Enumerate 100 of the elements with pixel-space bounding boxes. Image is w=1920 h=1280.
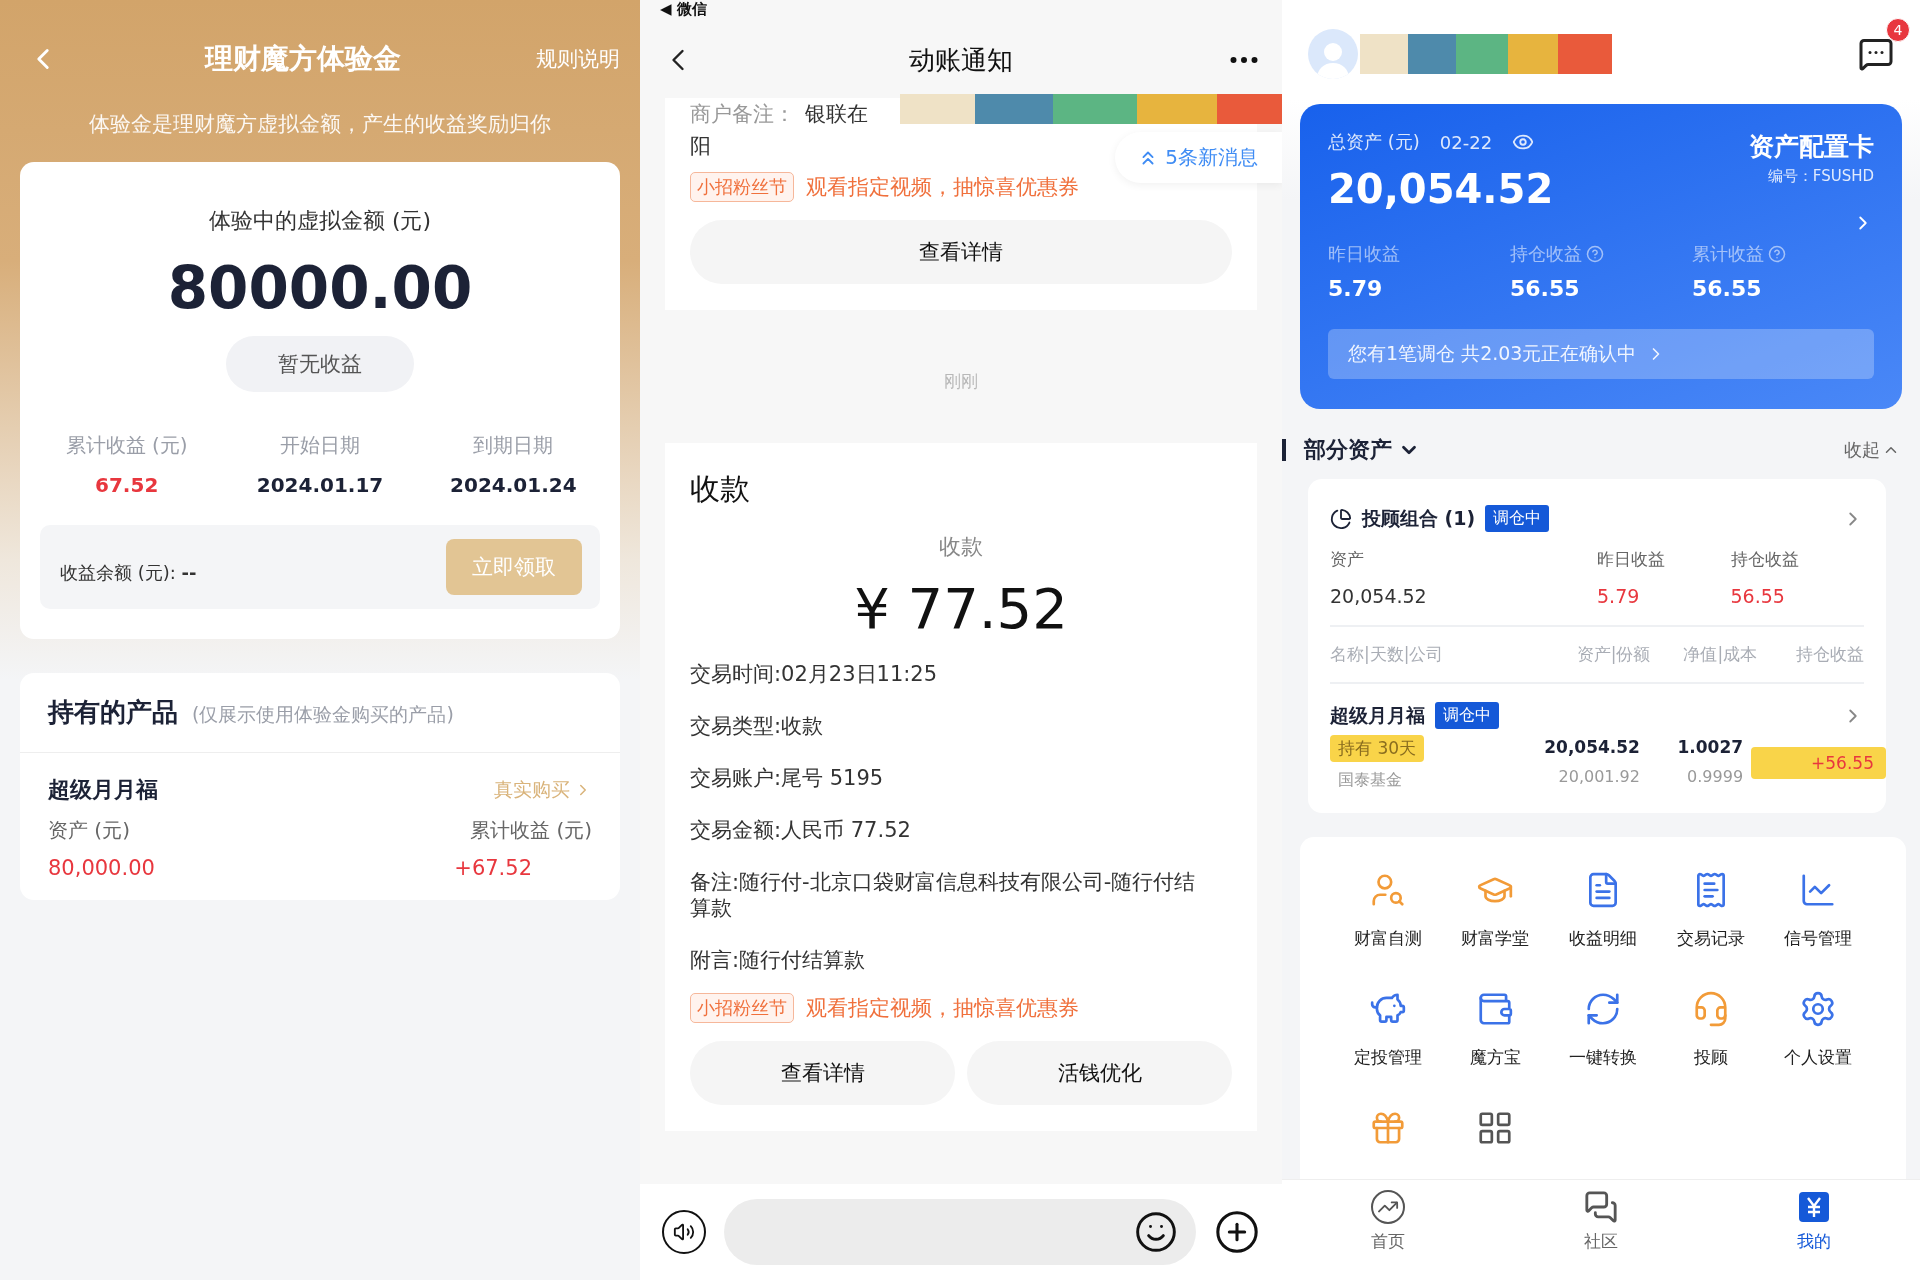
column-header: 净值|成本	[1682, 643, 1758, 666]
earnings-label: 累计收益	[1692, 242, 1764, 266]
table-cell: 持有 30天	[1330, 735, 1425, 762]
detail-line: 附言:随行付结算款	[690, 947, 867, 973]
wallet-icon	[1476, 990, 1515, 1028]
tool-item[interactable]: 个人设置	[1764, 990, 1872, 1069]
page-title: 理财魔方体验金	[203, 41, 402, 77]
table-cell-text: 20,001.92	[1557, 767, 1641, 786]
tool-item[interactable]: 财富自测	[1334, 871, 1442, 950]
action-button[interactable]: 活钱优化	[967, 1041, 1232, 1105]
notice-text: 体验金是理财魔方虚拟金额，产生的收益奖励归你	[88, 111, 552, 138]
nav-tab[interactable]: 首页	[1282, 1180, 1495, 1280]
voice-icon[interactable]	[662, 1210, 706, 1254]
tool-item[interactable]: 投顾	[1656, 990, 1765, 1069]
earnings-value: 56.55	[1692, 276, 1763, 301]
column-value: 56.55	[1730, 585, 1786, 607]
details-button[interactable]: 查看详情	[690, 220, 1232, 284]
detail-line: 交易账户:尾号 5195	[690, 765, 885, 791]
date-label: 02-22	[1439, 131, 1493, 153]
column-label: 昨日收益	[1597, 548, 1666, 571]
tool-item[interactable]: 魔方宝	[1441, 990, 1550, 1069]
stat-value: 67.52	[95, 473, 159, 497]
tool-item[interactable]: 交易记录	[1656, 871, 1765, 950]
column-value: 20,054.52	[1330, 585, 1428, 607]
portfolio-title: 投顾组合 (1)	[1362, 505, 1476, 531]
section-title: 持有的产品	[48, 696, 178, 729]
collapse-button[interactable]: 收起	[1844, 438, 1900, 462]
asset-value: 80,000.00	[48, 856, 155, 880]
card-serial: 编号：FSUSHD	[1767, 167, 1874, 186]
page-title: 动账通知	[908, 43, 1014, 77]
section-note: (仅展示使用体验金购买的产品)	[192, 702, 454, 727]
timestamp: 刚刚	[943, 370, 979, 393]
help-icon[interactable]	[1768, 245, 1786, 263]
table-cell-text: 国泰基金	[1337, 770, 1403, 791]
gain-value: +67.52	[454, 856, 532, 880]
remark-label: 商户备注：	[690, 101, 795, 128]
table-cell-text: 20,054.52	[1543, 736, 1641, 759]
column-header: 持仓收益	[1795, 643, 1864, 666]
message-title: 收款	[690, 470, 751, 508]
table-cell-text: 1.0027	[1676, 736, 1745, 759]
remark-continued: 阳	[690, 133, 711, 160]
nav-tab[interactable]: 社区	[1494, 1180, 1708, 1280]
detail-line: 备注:随行付-北京口袋财富信息科技有限公司-随行付结算款	[690, 869, 1197, 921]
table-cell: +56.55	[1751, 747, 1886, 779]
stat-value: 2024.01.24	[450, 473, 577, 497]
emoji-icon[interactable]	[1134, 1210, 1178, 1254]
table-cell-text: 0.9999	[1686, 767, 1745, 786]
asset-card[interactable]: 总资产 (元) 02-22 20,054.52 资产配置卡 编号：FSUSHD 昨日收益 5.79 持仓收益 56.55 累计收益 56.55 您有1笔调仓 共2.03元正在确认中	[1300, 104, 1902, 409]
promo-tag: 小招粉丝节	[690, 993, 794, 1023]
column-header: 名称|天数|公司	[1330, 643, 1445, 666]
earnings-label: 昨日收益	[1328, 242, 1400, 266]
detail-line: 交易金额:人民币 77.52	[690, 817, 912, 843]
yen-square-icon	[1796, 1190, 1831, 1224]
pie-chart-icon	[1330, 507, 1352, 530]
status-pill: 暂无收益	[226, 336, 414, 392]
earnings-label: 持仓收益	[1510, 242, 1582, 266]
promo-tag: 小招粉丝节	[690, 172, 794, 202]
action-button[interactable]: 查看详情	[690, 1041, 955, 1105]
total-assets: 20,054.52	[1328, 166, 1554, 212]
status-tag: 调仓中	[1435, 702, 1499, 729]
gain-label: 累计收益 (元)	[470, 817, 592, 844]
nav-tab[interactable]: 我的	[1707, 1180, 1920, 1280]
stat-label: 开始日期	[280, 432, 360, 459]
trend-circle-icon	[1371, 1190, 1406, 1224]
column-label: 资产	[1330, 548, 1365, 571]
product-name: 超级月月福	[48, 776, 158, 804]
message-type: 收款	[938, 533, 984, 561]
tool-item[interactable]: 信号管理	[1764, 871, 1872, 950]
tool-item[interactable]: 一键转换	[1549, 990, 1657, 1069]
tool-item[interactable]: 财富学堂	[1441, 871, 1550, 950]
tool-item[interactable]: 收益明细	[1549, 871, 1657, 950]
balance-text: 收益余额 (元): --	[60, 561, 197, 585]
refresh-icon	[1584, 990, 1622, 1028]
stat-label: 到期日期	[473, 432, 554, 459]
amount-label: 体验中的虚拟金额 (元)	[208, 207, 432, 235]
tool-item[interactable]: 定投管理	[1334, 990, 1442, 1069]
back-to-app[interactable]: ◀ 微信	[640, 0, 707, 18]
message-icon[interactable]	[1858, 36, 1894, 72]
earnings-value: 56.55	[1510, 276, 1581, 301]
card-title: 资产配置卡	[1749, 131, 1874, 163]
column-label: 持仓收益	[1730, 548, 1800, 571]
column-header: 资产|份额	[1575, 643, 1651, 666]
asset-label: 资产 (元)	[48, 817, 130, 844]
section-dropdown[interactable]: 部分资产	[1304, 435, 1420, 465]
virtual-amount: 80000.00	[167, 254, 473, 322]
stat-label: 累计收益 (元)	[65, 432, 188, 459]
status-tag: 调仓中	[1485, 505, 1550, 532]
notification-badge: 4	[1886, 18, 1910, 42]
fund-name: 超级月月福	[1330, 702, 1425, 728]
message-amount: ¥ 77.52	[853, 576, 1069, 641]
help-icon[interactable]	[1586, 245, 1604, 263]
total-label: 总资产 (元)	[1328, 130, 1420, 154]
detail-line: 交易时间:02月23日11:25	[690, 661, 939, 687]
remark-value: 银联在	[805, 101, 868, 128]
detail-line: 交易类型:收款	[690, 713, 825, 739]
earnings-value: 5.79	[1328, 276, 1384, 301]
column-value: 5.79	[1597, 585, 1641, 607]
add-icon[interactable]	[1214, 1209, 1260, 1255]
stat-value: 2024.01.17	[256, 473, 384, 497]
chat-icon	[1584, 1190, 1618, 1224]
